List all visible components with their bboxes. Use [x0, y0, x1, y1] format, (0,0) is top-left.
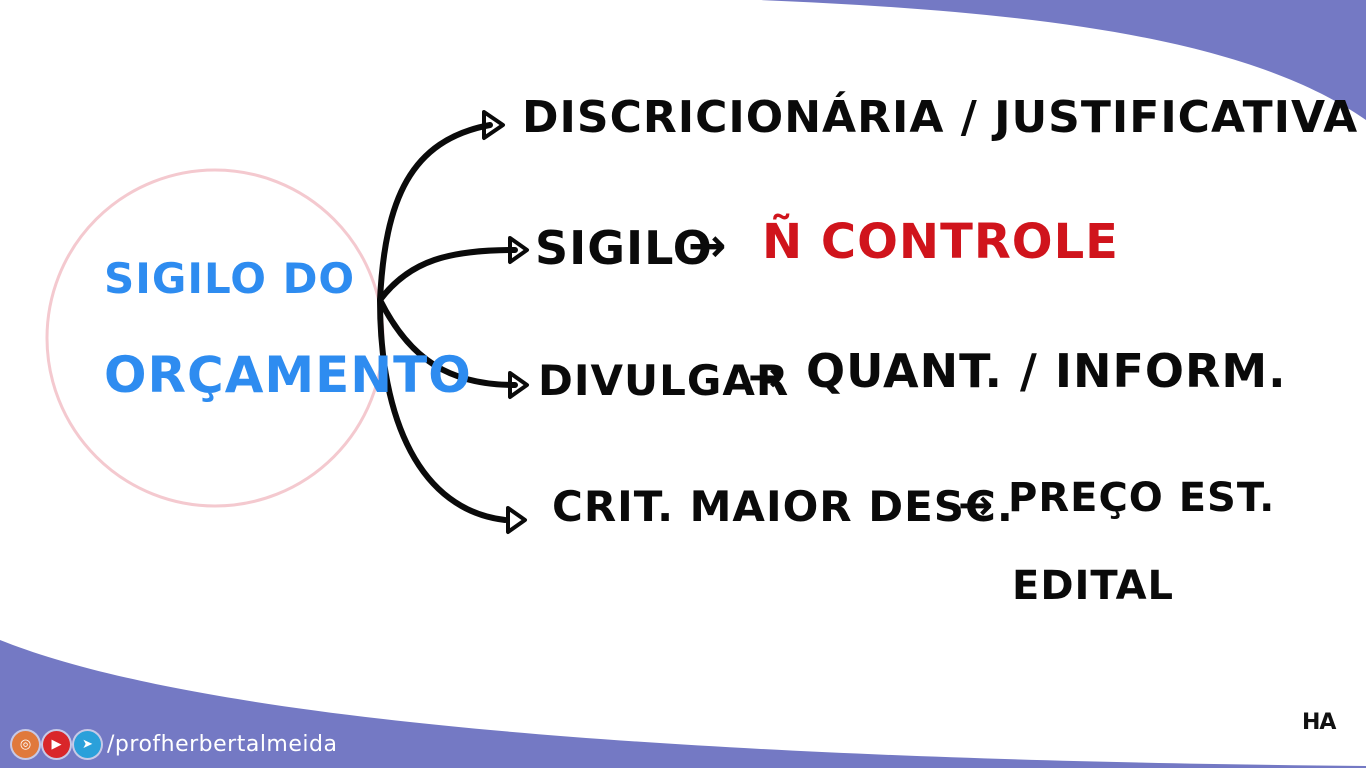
- center-topic-line2: Orçamento: [104, 346, 472, 404]
- branch-2-arrow: →: [688, 218, 728, 272]
- branch-curve-2: [377, 247, 518, 303]
- branch-4-result-line1: Preço Est.: [1008, 475, 1276, 521]
- arrowhead-4: [506, 506, 527, 534]
- channel-handle[interactable]: /profherbertalmeida: [107, 732, 337, 757]
- logo: HA: [1302, 710, 1336, 735]
- branch-1-label: Discricionária / Justificativa: [522, 92, 1359, 143]
- youtube-icon[interactable]: ▶: [43, 730, 70, 758]
- branch-curve-1: [377, 122, 493, 303]
- telegram-icon[interactable]: ➤: [74, 730, 101, 758]
- branch-3-result: Quant. / Inform.: [806, 344, 1287, 398]
- branch-4-label: Crit. Maior Desc.: [552, 482, 1014, 531]
- branch-4-result-line2: Edital: [1012, 563, 1175, 609]
- branch-2-label: Sigilo: [535, 221, 713, 275]
- center-circle: [45, 168, 385, 508]
- instagram-icon[interactable]: ◎: [12, 730, 39, 758]
- branch-4-arrow: →: [958, 480, 995, 529]
- branch-3-arrow: →: [748, 352, 785, 401]
- branch-2-result: Ñ Controle: [762, 214, 1119, 270]
- center-topic-line1: Sigilo do: [104, 254, 356, 303]
- social-footer: ◎ ▶ ➤ /profherbertalmeida: [12, 728, 337, 760]
